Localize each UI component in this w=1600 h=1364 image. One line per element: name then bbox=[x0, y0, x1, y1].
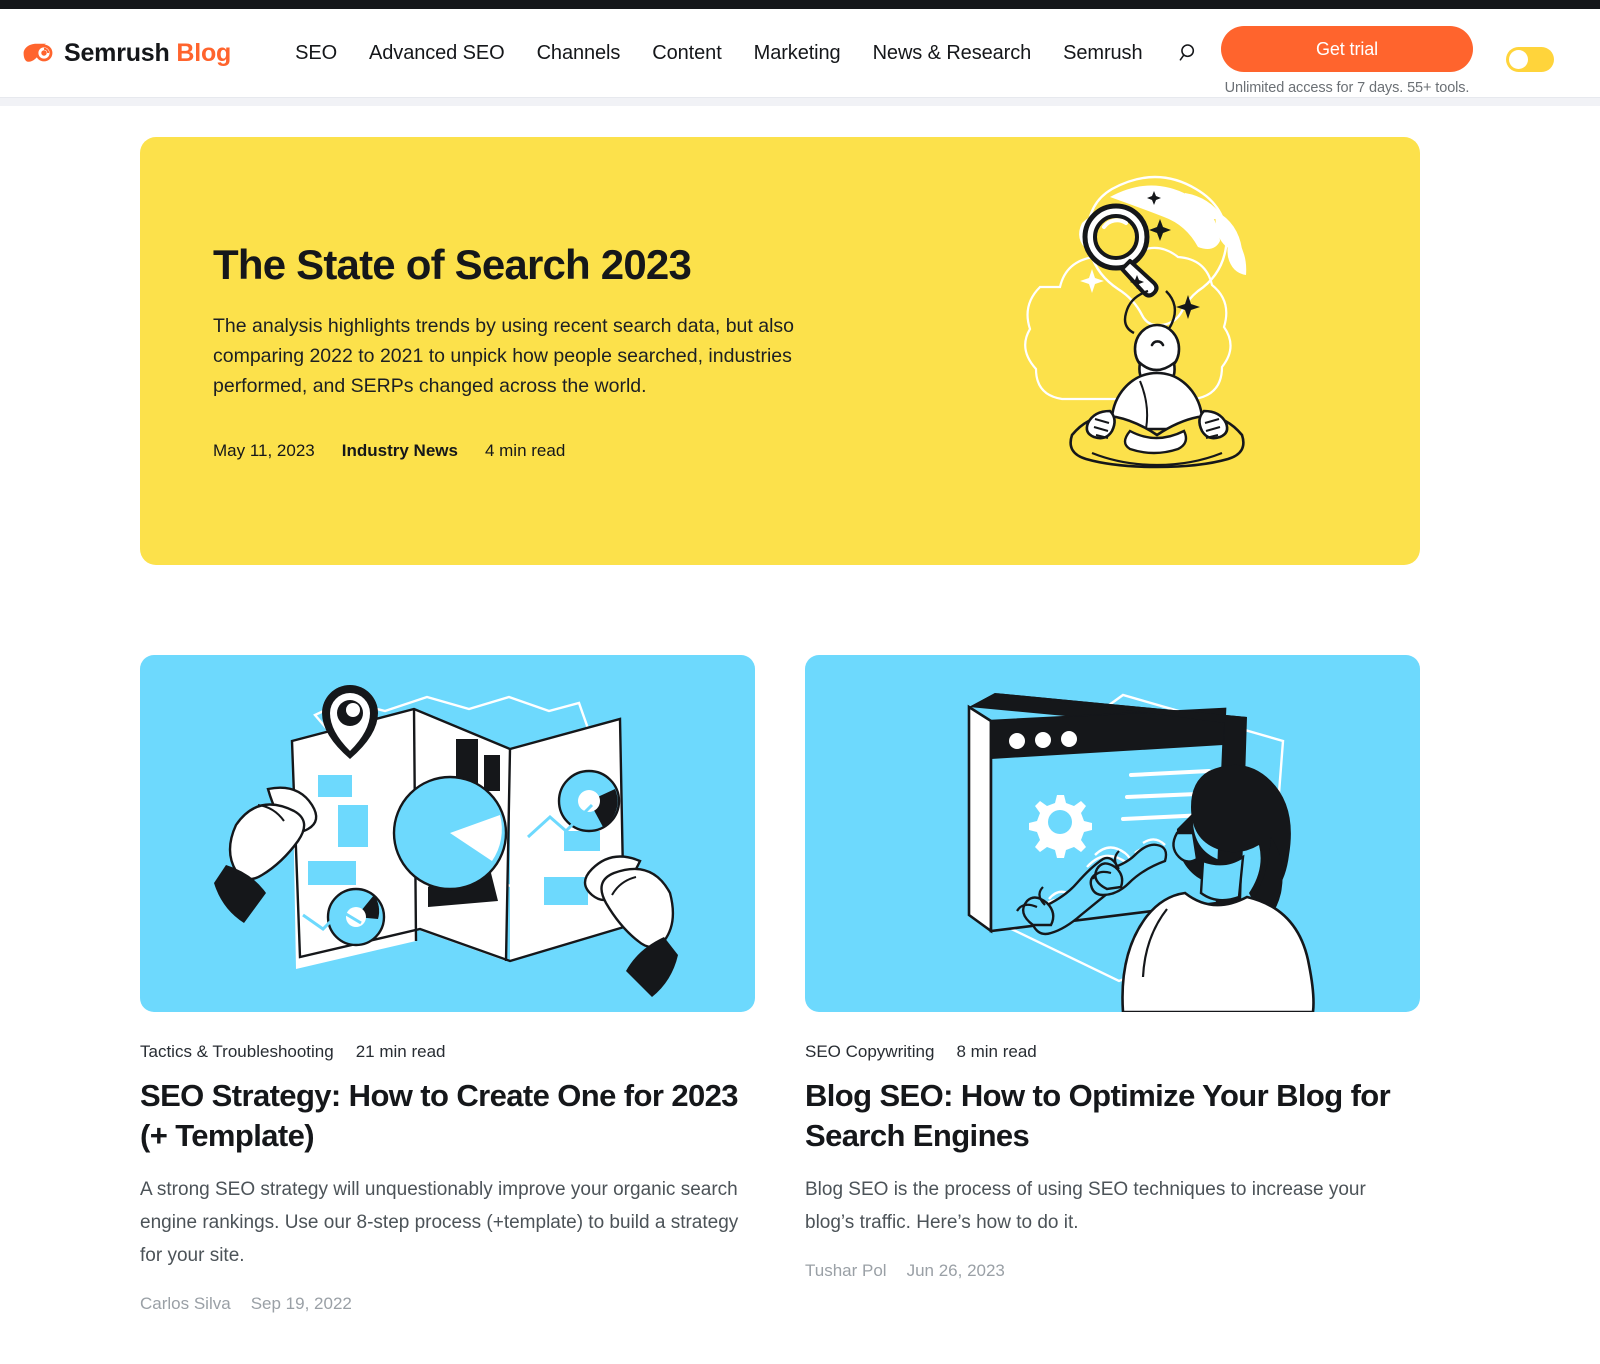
card-title[interactable]: SEO Strategy: How to Create One for 2023… bbox=[140, 1076, 755, 1156]
hero-title: The State of Search 2023 bbox=[213, 241, 692, 288]
woman-browser-gear-illustration bbox=[967, 693, 1315, 1012]
trial-subtext: Unlimited access for 7 days. 55+ tools. bbox=[1224, 80, 1470, 96]
hero-description: The analysis highlights trends by using … bbox=[213, 315, 795, 398]
nav-item-semrush[interactable]: Semrush bbox=[1063, 42, 1142, 65]
nav-item-seo[interactable]: SEO bbox=[295, 42, 337, 65]
card-illustration-map bbox=[140, 655, 755, 1012]
article-card[interactable]: SEO Copywriting 8 min read Blog SEO: How… bbox=[805, 655, 1420, 1314]
brand-text: Semrush Blog bbox=[64, 39, 231, 68]
hero-illustration-meditating-person bbox=[1024, 175, 1247, 469]
brand-name: Semrush bbox=[64, 38, 170, 67]
semrush-blog-logo[interactable]: Semrush Blog bbox=[22, 37, 231, 69]
nav-item-news-and-research[interactable]: News & Research bbox=[873, 42, 1032, 65]
nav-item-advanced-seo[interactable]: Advanced SEO bbox=[369, 42, 505, 65]
card-description: A strong SEO strategy will unquestionabl… bbox=[140, 1178, 739, 1266]
card-author[interactable]: Carlos Silva bbox=[140, 1294, 231, 1314]
top-black-bar bbox=[0, 0, 1600, 9]
card-category[interactable]: SEO Copywriting bbox=[805, 1042, 934, 1062]
hero-meta: May 11, 2023 Industry News 4 min read bbox=[213, 441, 853, 461]
get-trial-button[interactable]: Get trial bbox=[1221, 26, 1473, 72]
card-author[interactable]: Tushar Pol bbox=[805, 1261, 887, 1281]
nav-item-content[interactable]: Content bbox=[652, 42, 721, 65]
site-header: Semrush Blog SEO Advanced SEO Channels C… bbox=[0, 9, 1600, 97]
card-category[interactable]: Tactics & Troubleshooting bbox=[140, 1042, 334, 1062]
card-read-time: 8 min read bbox=[956, 1042, 1037, 1061]
article-card[interactable]: Tactics & Troubleshooting 21 min read SE… bbox=[140, 655, 755, 1314]
main-content: The State of Search 2023 The analysis hi… bbox=[0, 137, 1600, 1314]
nav-item-channels[interactable]: Channels bbox=[537, 42, 621, 65]
theme-toggle[interactable] bbox=[1506, 47, 1554, 72]
map-with-hands-illustration bbox=[214, 685, 678, 997]
card-title[interactable]: Blog SEO: How to Optimize Your Blog for … bbox=[805, 1076, 1420, 1156]
hero-category[interactable]: Industry News bbox=[342, 441, 458, 461]
card-date: Sep 19, 2022 bbox=[250, 1293, 352, 1313]
header-divider bbox=[0, 97, 1600, 106]
card-meta: Tactics & Troubleshooting 21 min read bbox=[140, 1042, 755, 1062]
primary-nav: SEO Advanced SEO Channels Content Market… bbox=[295, 42, 1142, 65]
card-date: Jun 26, 2023 bbox=[906, 1260, 1005, 1280]
card-read-time: 21 min read bbox=[355, 1042, 446, 1061]
semrush-comet-icon bbox=[23, 43, 53, 62]
nav-item-marketing[interactable]: Marketing bbox=[754, 42, 841, 65]
card-meta: SEO Copywriting 8 min read bbox=[805, 1042, 1420, 1062]
hero-read-time: 4 min read bbox=[484, 441, 566, 461]
card-byline: Carlos Silva Sep 19, 2022 bbox=[140, 1294, 755, 1314]
card-byline: Tushar Pol Jun 26, 2023 bbox=[805, 1261, 1420, 1281]
theme-toggle-knob bbox=[1509, 50, 1528, 69]
card-description: Blog SEO is the process of using SEO tec… bbox=[805, 1178, 1366, 1233]
hero-copy: The State of Search 2023 The analysis hi… bbox=[213, 241, 853, 461]
featured-article-hero[interactable]: The State of Search 2023 The analysis hi… bbox=[140, 137, 1420, 565]
search-button[interactable] bbox=[1172, 36, 1206, 70]
hero-date: May 11, 2023 bbox=[213, 441, 315, 461]
trial-cta-group: Get trial Unlimited access for 7 days. 5… bbox=[1221, 26, 1473, 96]
brand-suffix: Blog bbox=[176, 38, 232, 67]
search-icon bbox=[1180, 44, 1195, 61]
card-illustration-browser bbox=[805, 655, 1420, 1012]
article-card-grid: Tactics & Troubleshooting 21 min read SE… bbox=[140, 655, 1420, 1314]
